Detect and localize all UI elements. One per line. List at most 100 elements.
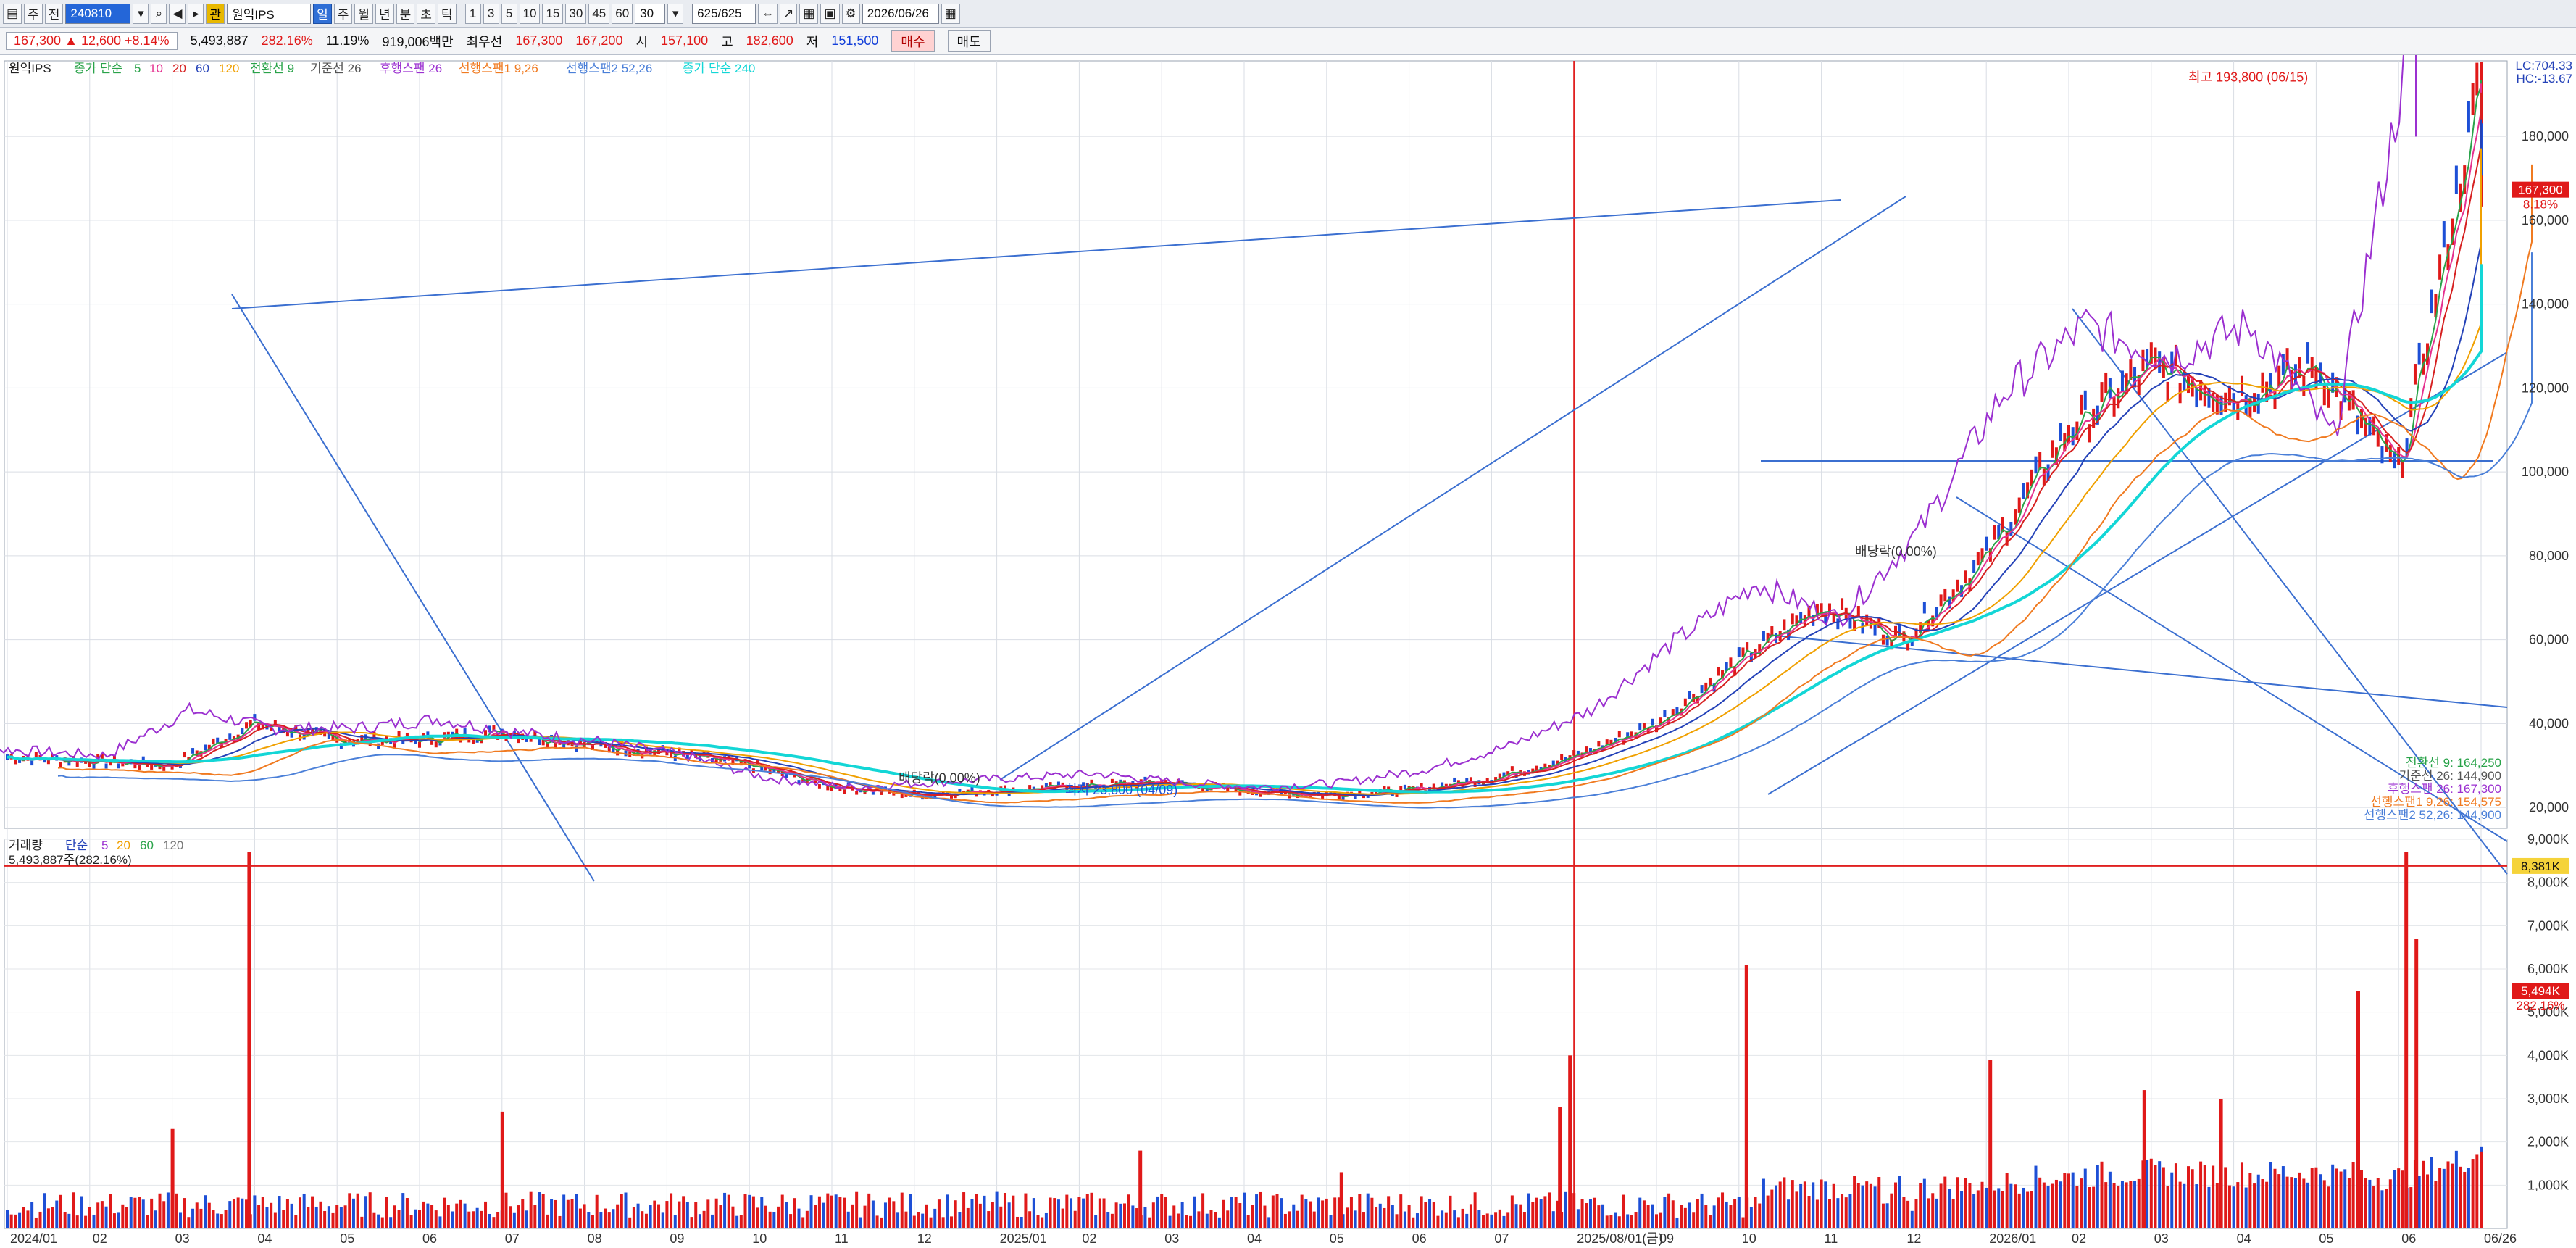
- volume-bar: [1531, 1202, 1535, 1228]
- interval-dropdown-icon[interactable]: ▾: [667, 3, 684, 24]
- volume-bar: [1094, 1215, 1098, 1228]
- candle: [1560, 754, 1564, 760]
- save-icon[interactable]: ▣: [820, 3, 840, 24]
- best-bid: 167,200: [575, 33, 623, 48]
- legend-item: 단순: [65, 839, 88, 852]
- volume-bar: [162, 1201, 166, 1228]
- volume-bar: [1922, 1178, 1926, 1228]
- volume-bar: [1943, 1176, 1947, 1228]
- volume-bar: [517, 1205, 520, 1228]
- volume-bar: [265, 1207, 269, 1228]
- gear-icon[interactable]: ⚙: [841, 3, 860, 24]
- candle: [104, 763, 108, 769]
- interval-input[interactable]: 30: [635, 3, 666, 24]
- stock-code-input[interactable]: 240810: [65, 3, 131, 24]
- volume-bar: [2335, 1168, 2338, 1228]
- volume-bar: [1910, 1210, 1914, 1228]
- sell-button[interactable]: 매도: [947, 30, 991, 52]
- volume-bar: [138, 1197, 141, 1228]
- volume-bar: [1346, 1207, 1349, 1228]
- volume-bar: [1127, 1194, 1130, 1228]
- volume-bar: [2343, 1169, 2347, 1228]
- volume-bar: [14, 1214, 17, 1228]
- minute-45-button[interactable]: 45: [588, 3, 610, 24]
- x-tick-label: 06: [1412, 1231, 1427, 1246]
- period-month-button[interactable]: 월: [354, 3, 373, 24]
- tab-main[interactable]: 주: [24, 3, 43, 24]
- menu-icon[interactable]: ▤: [3, 3, 22, 24]
- volume-bar: [2265, 1181, 2269, 1228]
- volume-bar: [570, 1199, 574, 1228]
- period-minute-button[interactable]: 분: [396, 3, 415, 24]
- period-second-button[interactable]: 초: [417, 3, 435, 24]
- y-tick-label: 6,000K: [2527, 962, 2569, 976]
- volume-bar: [1510, 1195, 1514, 1228]
- period-week-button[interactable]: 주: [333, 3, 353, 24]
- volume-bar: [59, 1194, 62, 1228]
- candle: [1972, 559, 1976, 573]
- volume-bar: [1209, 1210, 1213, 1228]
- minute-1-button[interactable]: 1: [464, 3, 481, 24]
- candle: [2327, 388, 2330, 408]
- minute-5-button[interactable]: 5: [501, 3, 517, 24]
- volume-bar: [1683, 1207, 1687, 1228]
- volume-bar: [2001, 1191, 2004, 1228]
- minute-60-button[interactable]: 60: [612, 3, 633, 24]
- volume-bar: [566, 1199, 570, 1228]
- minute-30-button[interactable]: 30: [565, 3, 587, 24]
- volume-bar: [2273, 1168, 2277, 1228]
- candle: [1791, 613, 1794, 625]
- volume-bar: [883, 1202, 887, 1228]
- date-input[interactable]: 2026/06/26: [862, 3, 939, 24]
- candle: [1399, 786, 1403, 791]
- volume-bar: [954, 1200, 957, 1228]
- next-stock-icon[interactable]: ▸: [188, 3, 204, 24]
- volume-bar: [1449, 1195, 1452, 1228]
- volume-bar: [698, 1214, 701, 1228]
- volume-bar: [146, 1215, 149, 1228]
- tab-all[interactable]: 전: [44, 3, 64, 24]
- volume-bar: [1049, 1197, 1052, 1228]
- volume-bar: [1836, 1198, 1840, 1228]
- grid-icon[interactable]: ▦: [799, 3, 819, 24]
- volume-bar: [641, 1211, 644, 1228]
- volume-bar: [851, 1204, 854, 1228]
- x-tick-label: 2026/01: [1989, 1231, 2036, 1246]
- volume-bar: [1593, 1197, 1596, 1228]
- prev-stock-icon[interactable]: ◀: [169, 3, 186, 24]
- candle: [59, 762, 62, 767]
- volume-bar: [925, 1204, 928, 1228]
- volume-bar: [1873, 1186, 1877, 1228]
- period-day-button[interactable]: 일: [313, 3, 332, 24]
- volume-bar: [962, 1192, 966, 1228]
- volume-bar: [2454, 1150, 2458, 1228]
- dropdown-icon[interactable]: ▾: [133, 3, 149, 24]
- volume-bar: [1671, 1200, 1675, 1228]
- search-icon[interactable]: ⌕: [151, 3, 167, 24]
- volume-bar: [1465, 1213, 1469, 1228]
- minute-3-button[interactable]: 3: [483, 3, 499, 24]
- volume-bar: [694, 1202, 698, 1228]
- volume-bar: [525, 1210, 528, 1228]
- lc-label: LC:704.33: [2516, 59, 2572, 72]
- buy-button[interactable]: 매수: [891, 30, 935, 52]
- stock-chart[interactable]: 2024/01 02 03 04 05 06 07 08 09 10 11 12 2025/01 02 03…: [0, 55, 2576, 1248]
- volume-bar: [125, 1207, 129, 1228]
- candle: [2100, 382, 2104, 402]
- draw-icon[interactable]: ↗: [780, 3, 798, 24]
- minute-15-button[interactable]: 15: [542, 3, 564, 24]
- period-year-button[interactable]: 년: [375, 3, 394, 24]
- volume-bar: [1354, 1210, 1357, 1228]
- minute-10-button[interactable]: 10: [519, 3, 541, 24]
- period-tick-button[interactable]: 틱: [437, 3, 457, 24]
- x-tick-label: 06: [2401, 1231, 2416, 1246]
- zoom-icon[interactable]: ⇔: [758, 3, 778, 24]
- volume-bar: [509, 1206, 512, 1228]
- stock-name-field[interactable]: 원익IPS: [227, 3, 312, 24]
- volume-bar: [484, 1201, 488, 1228]
- calendar-icon[interactable]: ▦: [941, 3, 960, 24]
- count-display: 625/625: [692, 3, 756, 24]
- volume-bar: [2438, 1168, 2442, 1228]
- volume-bar: [2092, 1186, 2096, 1228]
- volume-bar: [1444, 1212, 1448, 1228]
